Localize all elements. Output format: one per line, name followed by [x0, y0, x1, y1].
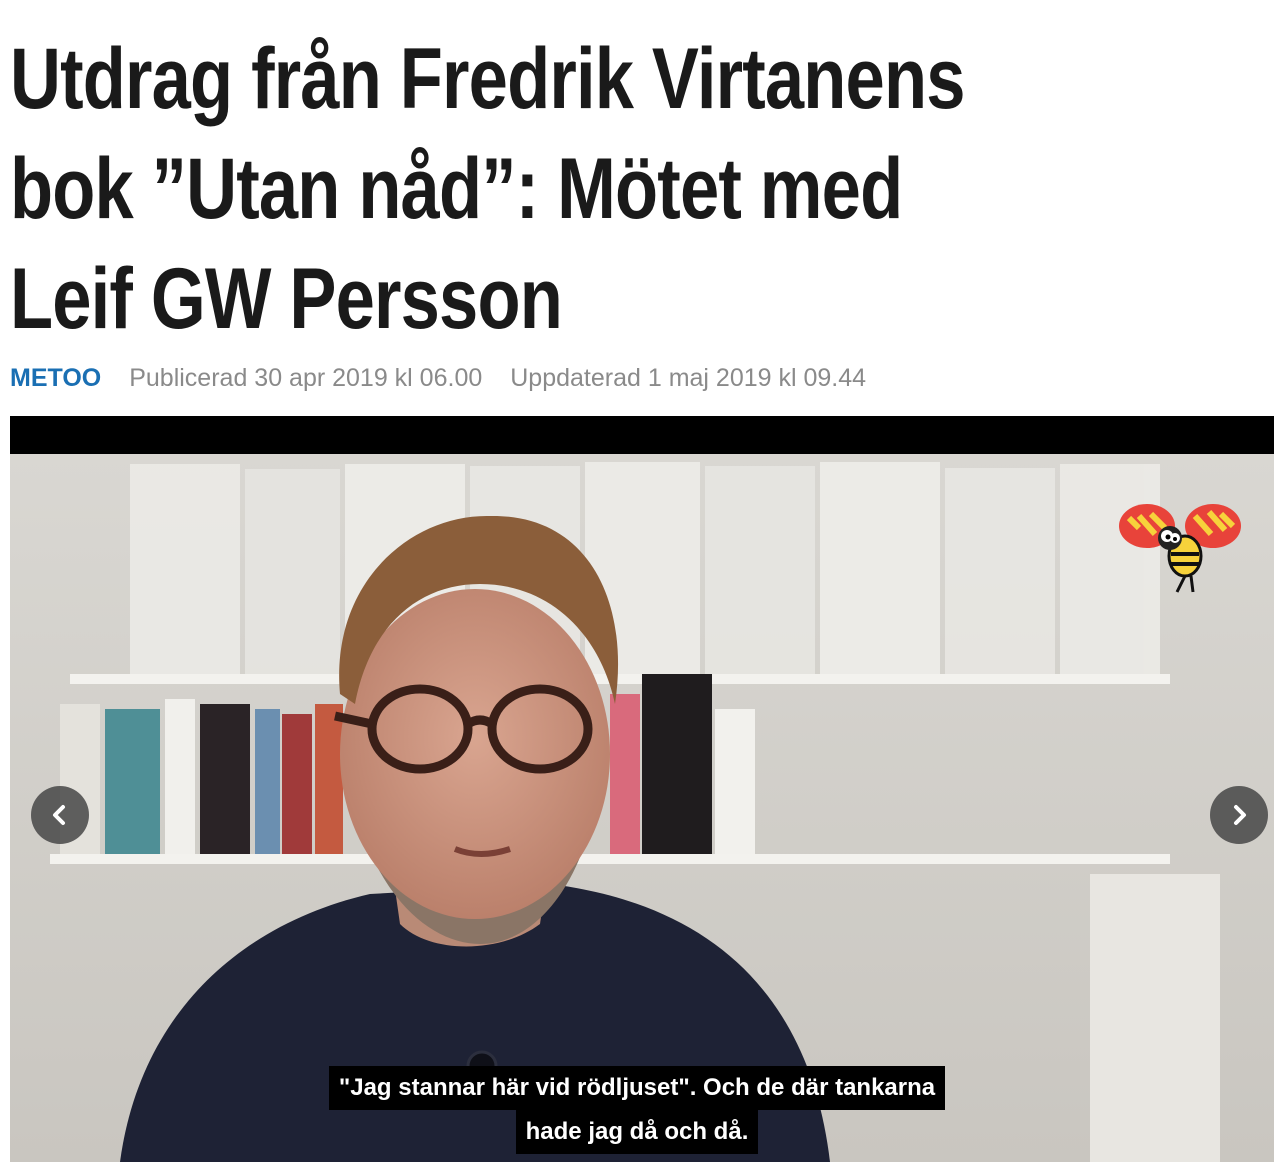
published-date: Publicerad 30 apr 2019 kl 06.00 [129, 363, 483, 392]
headline-line-2: bok ”Utan nåd”: Mötet med [10, 141, 903, 237]
shelf-binders [130, 462, 1160, 674]
video-subtitle: "Jag stannar här vid rödljuset". Och de … [0, 1066, 1274, 1154]
wasp-logo-icon [1119, 504, 1241, 593]
article-meta: METOO Publicerad 30 apr 2019 kl 06.00 Up… [10, 362, 866, 394]
topic-tag-link[interactable]: METOO [10, 364, 101, 393]
chevron-right-icon [1234, 805, 1246, 825]
subtitle-line-1: "Jag stannar här vid rödljuset". Och de … [328, 1066, 946, 1110]
headline-line-3: Leif GW Persson [10, 251, 563, 347]
player-top-bar [10, 416, 1274, 454]
chevron-left-icon [53, 805, 65, 825]
article-headline: Utdrag från Fredrik Virtanens bok ”Utan … [10, 24, 1240, 354]
subtitle-line-2: hade jag då och då. [515, 1110, 759, 1154]
previous-button[interactable] [31, 786, 89, 844]
video-player[interactable] [10, 416, 1274, 1162]
updated-date: Uppdaterad 1 maj 2019 kl 09.44 [510, 363, 867, 392]
video-frame [10, 454, 1274, 1162]
headline-line-1: Utdrag från Fredrik Virtanens [10, 31, 965, 127]
next-button[interactable] [1210, 786, 1268, 844]
